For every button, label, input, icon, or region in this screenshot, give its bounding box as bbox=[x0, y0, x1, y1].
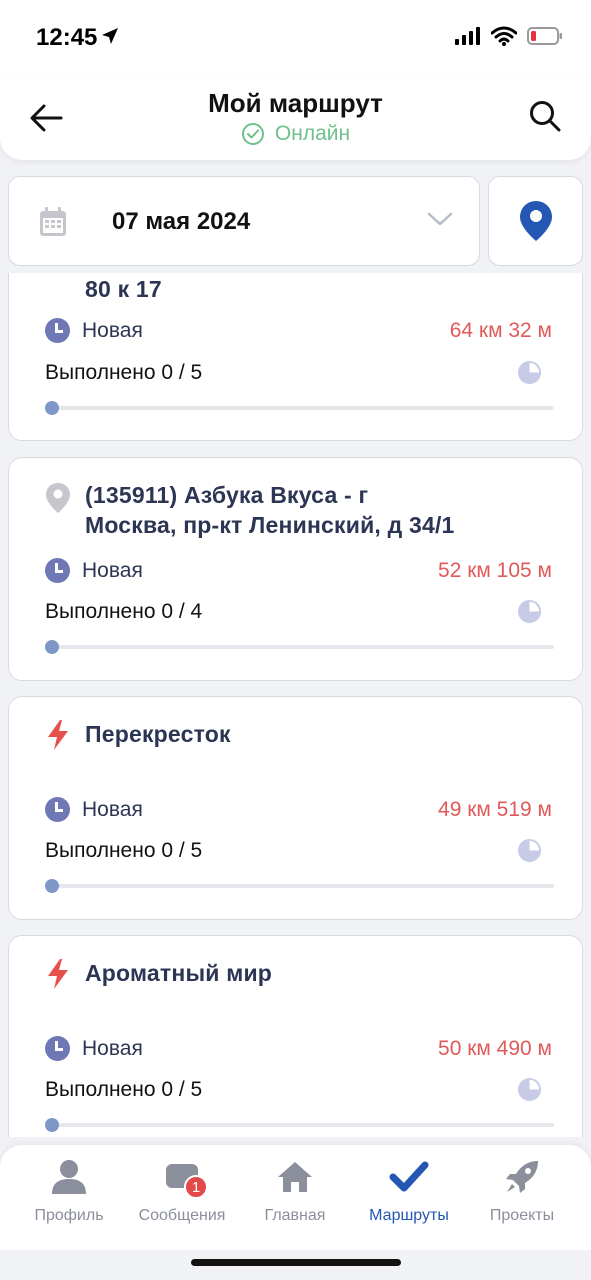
route-status: Новая bbox=[82, 1036, 143, 1060]
lightning-icon bbox=[48, 959, 68, 989]
status-bar: 12:45 bbox=[0, 0, 591, 78]
progress-bar bbox=[45, 401, 554, 415]
route-status: Новая bbox=[82, 558, 143, 582]
progress-bar bbox=[45, 640, 554, 654]
status-icons bbox=[455, 26, 563, 46]
route-card[interactable]: 80 к 17 Новая 64 км 32 м Выполнено 0 / 5 bbox=[8, 273, 583, 441]
search-icon bbox=[530, 101, 561, 132]
tab-messages[interactable]: 1 Сообщения bbox=[123, 1157, 241, 1225]
route-progress-text: Выполнено 0 / 5 bbox=[45, 1077, 203, 1101]
map-button[interactable] bbox=[488, 176, 583, 266]
status-time: 12:45 bbox=[36, 24, 98, 51]
route-status: Новая bbox=[82, 797, 143, 821]
online-status: Онлайн bbox=[0, 122, 591, 146]
unread-badge: 1 bbox=[184, 1175, 208, 1199]
route-list[interactable]: 80 к 17 Новая 64 км 32 м Выполнено 0 / 5 bbox=[0, 273, 591, 1137]
tab-routes[interactable]: Маршруты bbox=[350, 1157, 468, 1225]
signal-icon bbox=[455, 27, 480, 45]
profile-icon bbox=[52, 1160, 86, 1194]
pie-chart-icon bbox=[517, 599, 542, 624]
tab-bar: Профиль 1 Сообщения Главная Маршруты Про… bbox=[0, 1145, 591, 1250]
pie-chart-icon bbox=[517, 838, 542, 863]
date-picker[interactable]: 07 мая 2024 bbox=[8, 176, 480, 266]
route-title-line: Ароматный мир bbox=[85, 960, 273, 986]
route-card-title: 80 к 17 bbox=[45, 274, 562, 304]
tab-profile[interactable]: Профиль bbox=[10, 1157, 128, 1225]
route-title-line: (135911) Азбука Вкуса - г bbox=[85, 482, 369, 508]
progress-handle bbox=[45, 879, 59, 893]
route-progress-row: Выполнено 0 / 5 bbox=[45, 1077, 542, 1102]
progress-bar bbox=[45, 1118, 554, 1132]
route-card[interactable]: Перекресток Новая 49 км 519 м Выполнено … bbox=[8, 696, 583, 920]
lightning-icon bbox=[48, 720, 68, 750]
clock-icon bbox=[45, 318, 70, 343]
route-progress-text: Выполнено 0 / 4 bbox=[45, 599, 203, 623]
route-status-row: Новая 49 км 519 м bbox=[45, 797, 552, 822]
progress-handle bbox=[45, 401, 59, 415]
wifi-icon bbox=[491, 26, 517, 46]
route-progress-row: Выполнено 0 / 5 bbox=[45, 838, 542, 863]
tab-label: Профиль bbox=[34, 1207, 104, 1224]
tab-home[interactable]: Главная bbox=[236, 1157, 354, 1225]
tab-label: Маршруты bbox=[369, 1207, 449, 1224]
route-distance: 64 км 32 м bbox=[449, 318, 552, 342]
tab-label: Проекты bbox=[489, 1207, 555, 1224]
search-button[interactable] bbox=[525, 96, 565, 136]
progress-handle bbox=[45, 640, 59, 654]
progress-bar bbox=[45, 879, 554, 893]
route-distance: 49 км 519 м bbox=[438, 797, 552, 821]
battery-icon bbox=[527, 27, 562, 45]
clock-icon bbox=[45, 558, 70, 583]
tab-projects[interactable]: Проекты bbox=[463, 1157, 581, 1225]
rocket-icon bbox=[506, 1161, 538, 1193]
route-progress-row: Выполнено 0 / 4 bbox=[45, 599, 542, 624]
location-arrow-icon bbox=[102, 28, 118, 44]
pin-icon bbox=[46, 483, 70, 513]
tab-label: Главная bbox=[264, 1207, 326, 1224]
route-status: Новая bbox=[82, 318, 143, 342]
tab-label: Сообщения bbox=[138, 1207, 226, 1224]
route-status-row: Новая 52 км 105 м bbox=[45, 558, 552, 583]
calendar-icon bbox=[40, 207, 66, 236]
pie-chart-icon bbox=[517, 360, 542, 385]
chevron-down-icon bbox=[427, 212, 453, 226]
route-card[interactable]: Ароматный мир Новая 50 км 490 м Выполнен… bbox=[8, 935, 583, 1137]
map-pin-icon bbox=[519, 201, 552, 241]
pie-chart-icon bbox=[517, 1077, 542, 1102]
route-title-line: Москва, пр-кт Ленинский, д 34/1 bbox=[85, 512, 455, 538]
route-progress-text: Выполнено 0 / 5 bbox=[45, 838, 203, 862]
clock-icon bbox=[45, 797, 70, 822]
route-card-title: (135911) Азбука Вкуса - г Москва, пр-кт … bbox=[45, 480, 562, 540]
route-title-line: Перекресток bbox=[85, 721, 231, 747]
clock-icon bbox=[45, 1036, 70, 1061]
route-progress-text: Выполнено 0 / 5 bbox=[45, 360, 203, 384]
header: Мой маршрут Онлайн bbox=[0, 78, 591, 160]
online-status-label: Онлайн bbox=[274, 122, 351, 145]
page-title: Мой маршрут bbox=[208, 88, 383, 118]
route-card-title: Перекресток bbox=[45, 719, 562, 751]
route-status-row: Новая 64 км 32 м bbox=[45, 318, 552, 343]
route-status-row: Новая 50 км 490 м bbox=[45, 1036, 552, 1061]
progress-handle bbox=[45, 1118, 59, 1132]
checkmark-icon bbox=[389, 1161, 429, 1192]
route-card-title: Ароматный мир bbox=[45, 958, 562, 990]
route-progress-row: Выполнено 0 / 5 bbox=[45, 360, 542, 385]
route-distance: 52 км 105 м bbox=[438, 558, 552, 582]
route-card[interactable]: (135911) Азбука Вкуса - г Москва, пр-кт … bbox=[8, 457, 583, 681]
home-indicator[interactable] bbox=[191, 1259, 401, 1266]
check-circle-icon bbox=[241, 123, 264, 145]
route-distance: 50 км 490 м bbox=[438, 1036, 552, 1060]
home-icon bbox=[278, 1162, 312, 1192]
selected-date: 07 мая 2024 bbox=[112, 208, 251, 235]
route-title-line: 80 к 17 bbox=[85, 276, 162, 302]
